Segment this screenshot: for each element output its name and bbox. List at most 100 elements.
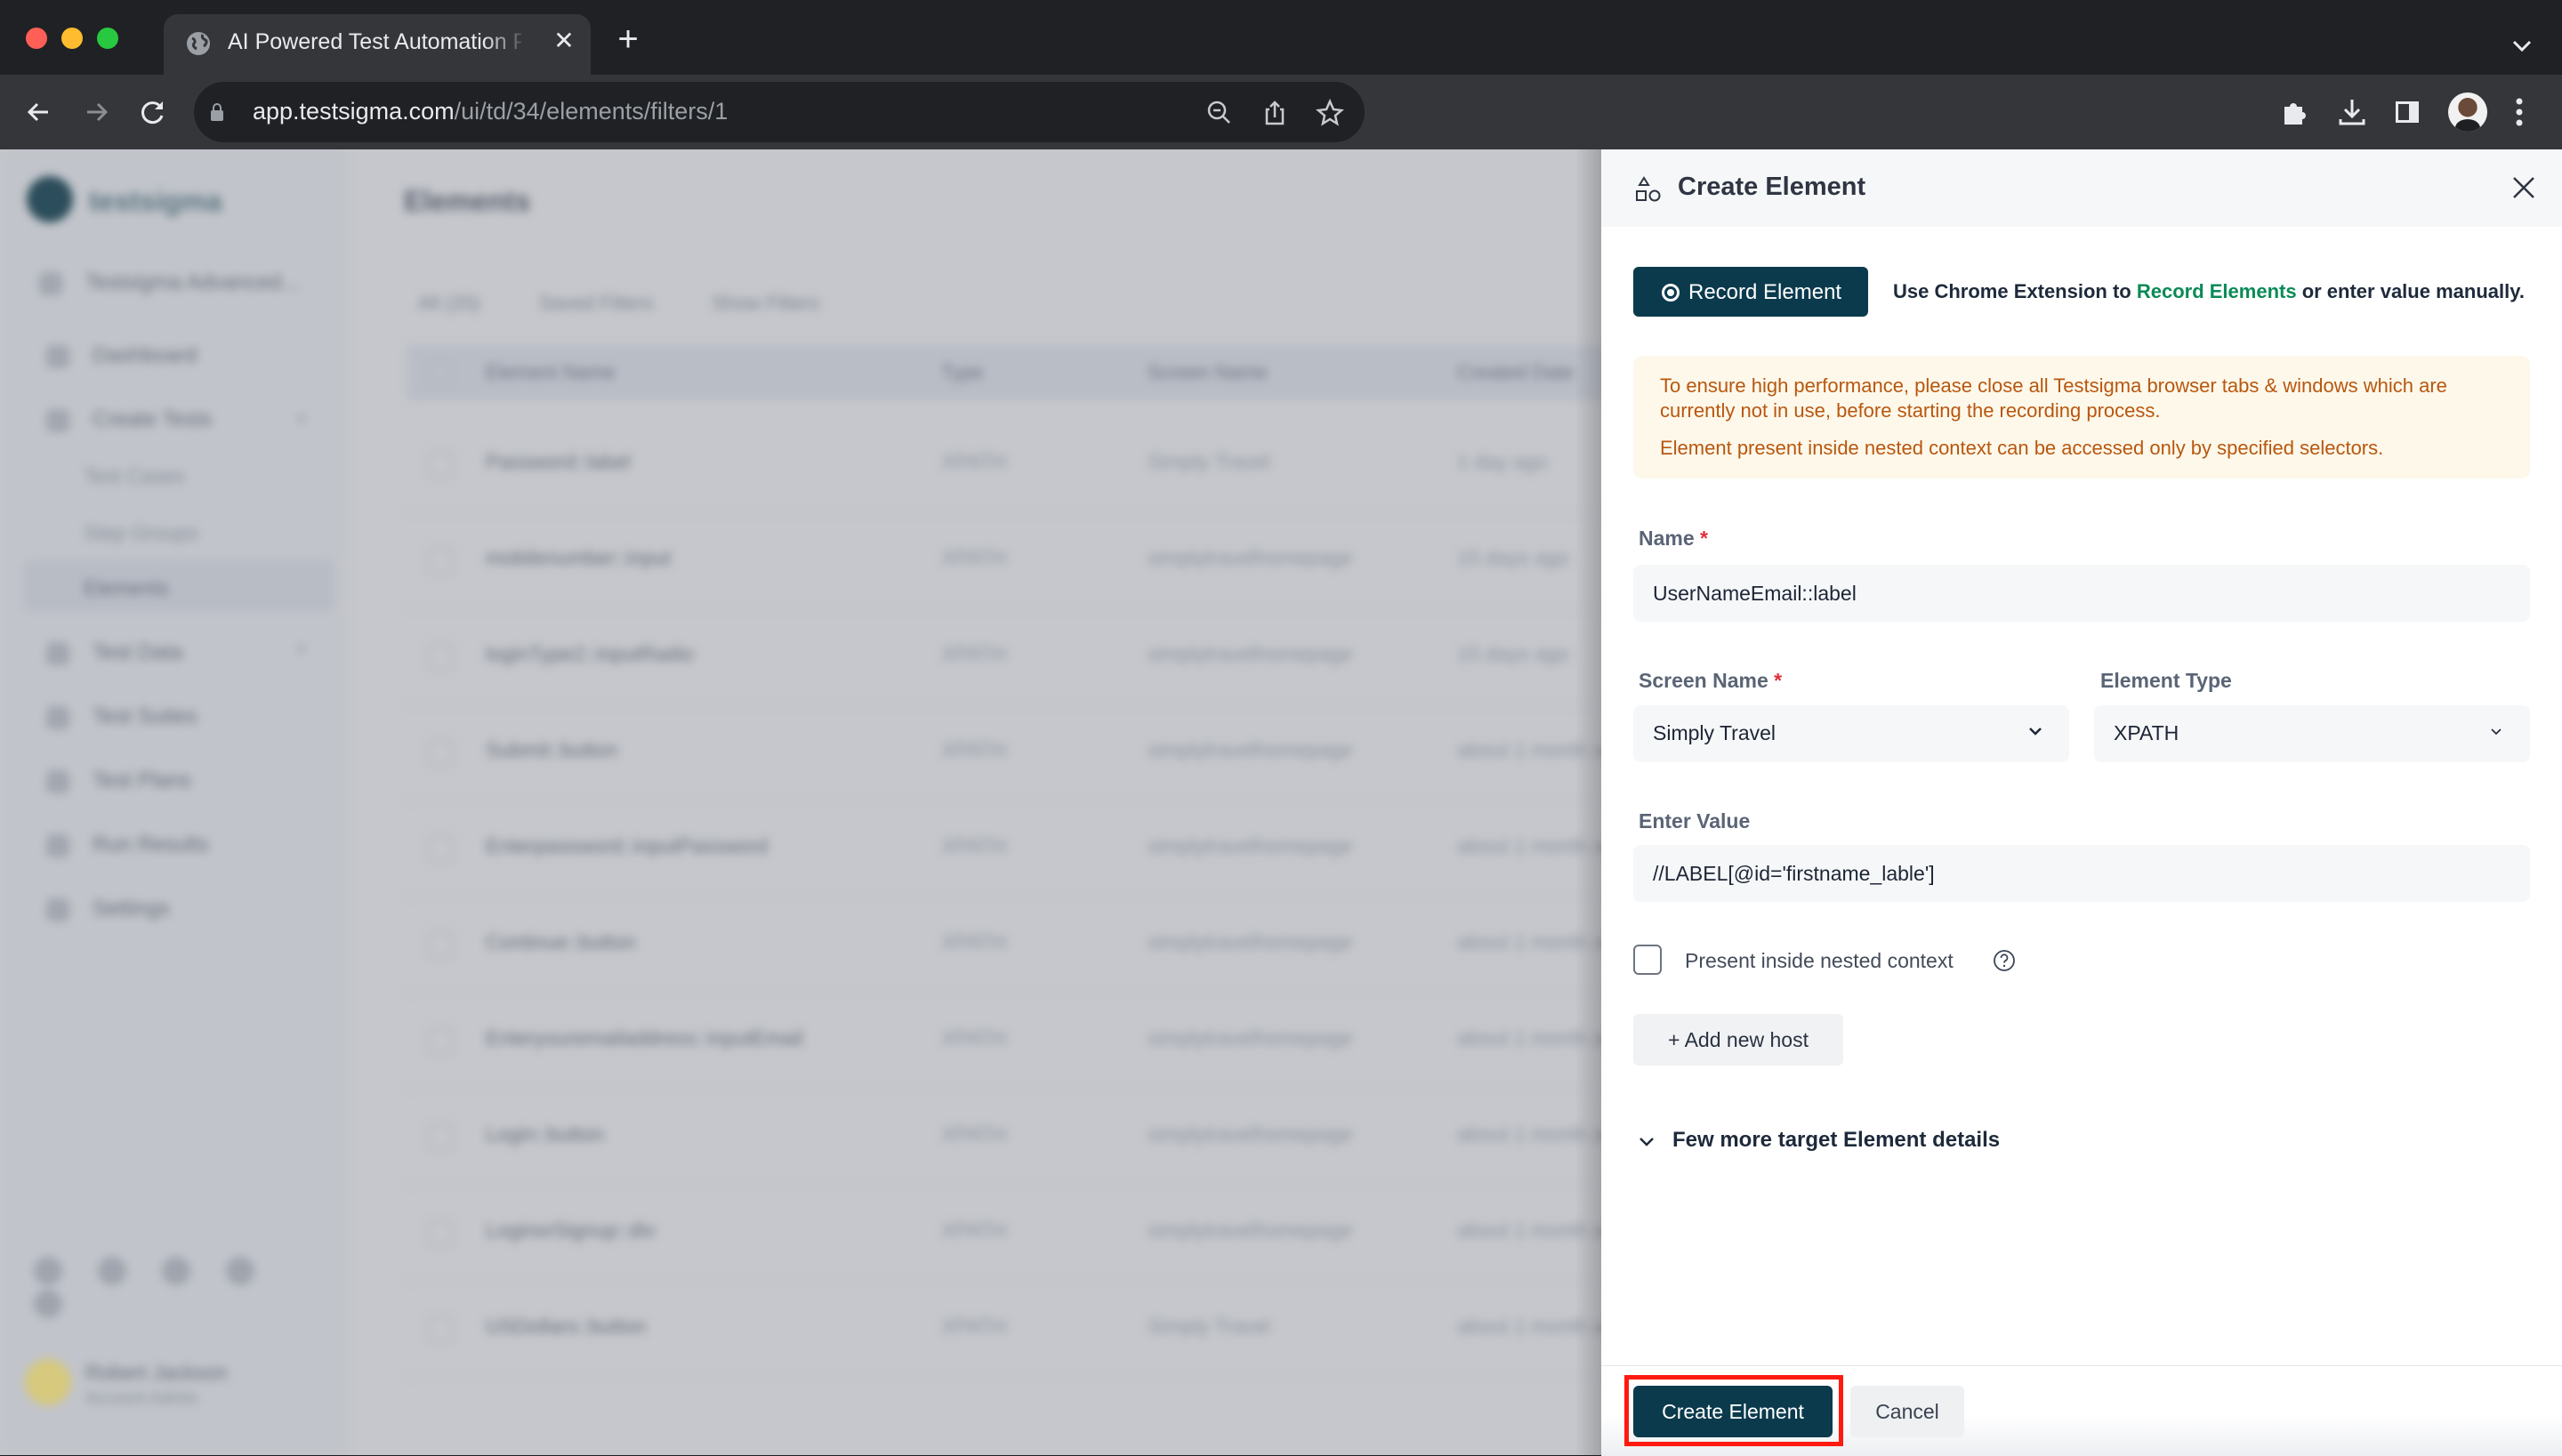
table-row[interactable]: Submit::button XPATH simplytravelhomepage a… [407, 704, 1601, 801]
forward-icon[interactable] [77, 93, 116, 132]
help-icon[interactable] [34, 1257, 62, 1285]
window-minimize-button[interactable] [61, 28, 83, 49]
table-row[interactable]: loginType2::inputRadio XPATH simplytravelh… [407, 608, 1601, 705]
table-row[interactable]: LoginorSignup::div XPATH simplytravelhomep… [407, 1185, 1601, 1282]
panel-title: Create Element [1678, 173, 1866, 201]
row-checkbox[interactable] [427, 932, 454, 959]
back-icon[interactable] [20, 93, 59, 132]
share-icon[interactable] [1260, 98, 1290, 128]
name-input[interactable] [1633, 565, 2530, 622]
table-cell: loginType2::inputRadio [486, 642, 694, 665]
show-filters-button[interactable]: Show Filters [712, 292, 819, 314]
bookmark-star-icon[interactable] [1315, 98, 1345, 128]
side-panel-icon[interactable] [2391, 96, 2423, 128]
browser-toolbar: app.testsigma.com/ui/td/34/elements/filt… [0, 75, 2562, 149]
extensions-icon[interactable] [2279, 96, 2311, 128]
saved-filters-dropdown[interactable]: Saved Filters [539, 292, 653, 314]
required-mark: * [1700, 527, 1708, 550]
row-checkbox[interactable] [427, 836, 454, 863]
chat-icon[interactable] [162, 1257, 190, 1285]
table-row[interactable]: mobilenumber::input XPATH simplytravelhome… [407, 512, 1601, 609]
zoom-out-icon[interactable] [1204, 98, 1235, 128]
background-app-overlay[interactable]: testsigma Testsigma Advanced... Dashboar… [0, 149, 1601, 1455]
record-element-button[interactable]: Record Element [1633, 267, 1868, 317]
sidebar-item-dashboard[interactable]: Dashboard [46, 343, 197, 368]
required-mark: * [1774, 669, 1783, 692]
sidebar-item-label: Dashboard [93, 343, 197, 367]
notifications-icon[interactable] [226, 1257, 254, 1285]
column-header[interactable]: Created Date [1457, 361, 1574, 384]
test-data-icon [46, 641, 69, 665]
filter-all[interactable]: All (20) [418, 292, 480, 314]
docs-icon[interactable] [98, 1257, 126, 1285]
column-header[interactable]: Type [941, 361, 984, 384]
sidebar-item-step-groups[interactable]: Step Groups [84, 521, 198, 545]
table-cell: simplytravelhomepage [1148, 738, 1353, 761]
tab-close-icon[interactable]: ✕ [548, 25, 580, 57]
address-bar[interactable]: app.testsigma.com/ui/td/34/elements/filt… [194, 82, 1365, 142]
row-checkbox[interactable] [427, 644, 454, 671]
table-cell: Continue::button [486, 930, 636, 953]
create-element-button[interactable]: Create Element [1633, 1386, 1833, 1437]
row-checkbox[interactable] [427, 548, 454, 575]
select-all-checkbox[interactable] [427, 359, 454, 386]
chevron-down-icon [2491, 728, 2502, 736]
create-element-panel: Create Element Record Element Use Chrome… [1601, 149, 2562, 1456]
menu-kebab-icon[interactable] [2514, 96, 2525, 128]
url-host: app.testsigma.com [253, 98, 455, 125]
table-row[interactable]: Password::label XPATH Simply Travel 1 day a… [407, 416, 1601, 513]
browser-tab-active[interactable]: AI Powered Test Automation Platform ✕ [164, 14, 591, 75]
sidebar-item-test-suites[interactable]: Test Suites [46, 704, 197, 729]
window-close-button[interactable] [26, 28, 47, 49]
row-checkbox[interactable] [427, 1316, 454, 1343]
sidebar-item-test-cases[interactable]: Test Cases [84, 464, 185, 488]
table-cell: Password::label [486, 450, 631, 473]
profile-avatar[interactable] [2448, 93, 2487, 132]
close-icon[interactable] [2509, 173, 2539, 203]
url-text[interactable]: app.testsigma.com/ui/td/34/elements/filt… [253, 98, 728, 125]
row-checkbox[interactable] [427, 1220, 454, 1247]
table-row[interactable]: USDollars::button XPATH Simply Travel about… [407, 1281, 1601, 1378]
add-new-host-button[interactable]: + Add new host [1633, 1014, 1843, 1066]
apps-icon[interactable] [34, 1290, 62, 1318]
table-cell: Submit::button [486, 738, 618, 761]
sidebar-item-elements[interactable]: Elements [84, 576, 169, 600]
sidebar-item-settings[interactable]: Settings [46, 897, 170, 921]
sidebar-item-test-plans[interactable]: Test Plans [46, 768, 191, 793]
column-header[interactable]: Screen Name [1148, 361, 1268, 384]
sidebar-item-test-data[interactable]: Test Data [46, 640, 182, 665]
new-tab-button[interactable]: + [610, 21, 646, 59]
tab-search-chevron-icon[interactable] [2509, 32, 2535, 59]
nested-context-checkbox[interactable] [1633, 945, 1662, 975]
table-row[interactable]: Login::button XPATH simplytravelhomepage ab… [407, 1089, 1601, 1186]
table-row[interactable]: Continue::button XPATH simplytravelhomepag… [407, 897, 1601, 993]
row-checkbox[interactable] [427, 1124, 454, 1151]
row-checkbox[interactable] [427, 740, 454, 767]
record-elements-link[interactable]: Record Elements [2137, 280, 2297, 302]
enter-value-input[interactable] [1633, 845, 2530, 902]
row-checkbox[interactable] [427, 1028, 454, 1055]
table-row[interactable]: Enteryouremailaddress::inputEmail XPATH si… [407, 993, 1601, 1090]
sidebar-item-run-results[interactable]: Run Results [46, 833, 209, 857]
cancel-button[interactable]: Cancel [1850, 1386, 1964, 1437]
tab-title-fade [484, 23, 528, 59]
page-title: Elements [404, 185, 531, 217]
user-avatar[interactable] [25, 1359, 71, 1405]
download-icon[interactable] [2336, 96, 2368, 128]
element-type-value: XPATH [2114, 721, 2179, 744]
reload-icon[interactable] [133, 93, 173, 132]
table-row[interactable]: Enterpassword::inputPassword XPATH simplyt… [407, 800, 1601, 897]
name-label: Name * [1639, 527, 1708, 551]
workspace-selector[interactable]: Testsigma Advanced... [39, 270, 299, 295]
column-header[interactable]: Element Name [486, 361, 616, 384]
table-cell: Enteryouremailaddress::inputEmail [486, 1026, 803, 1050]
element-type-select[interactable]: XPATH [2094, 705, 2530, 762]
help-circle-icon[interactable] [1993, 949, 2016, 972]
screen-name-select[interactable]: Simply Travel [1633, 705, 2069, 762]
sidebar-item-create-tests[interactable]: Create Tests [46, 407, 212, 432]
row-checkbox[interactable] [427, 452, 454, 479]
filter-bar: All (20) Saved Filters Show Filters [418, 292, 873, 315]
sidebar-item-label: Settings [93, 897, 170, 921]
window-maximize-button[interactable] [97, 28, 118, 49]
test-suites-icon [46, 705, 69, 729]
